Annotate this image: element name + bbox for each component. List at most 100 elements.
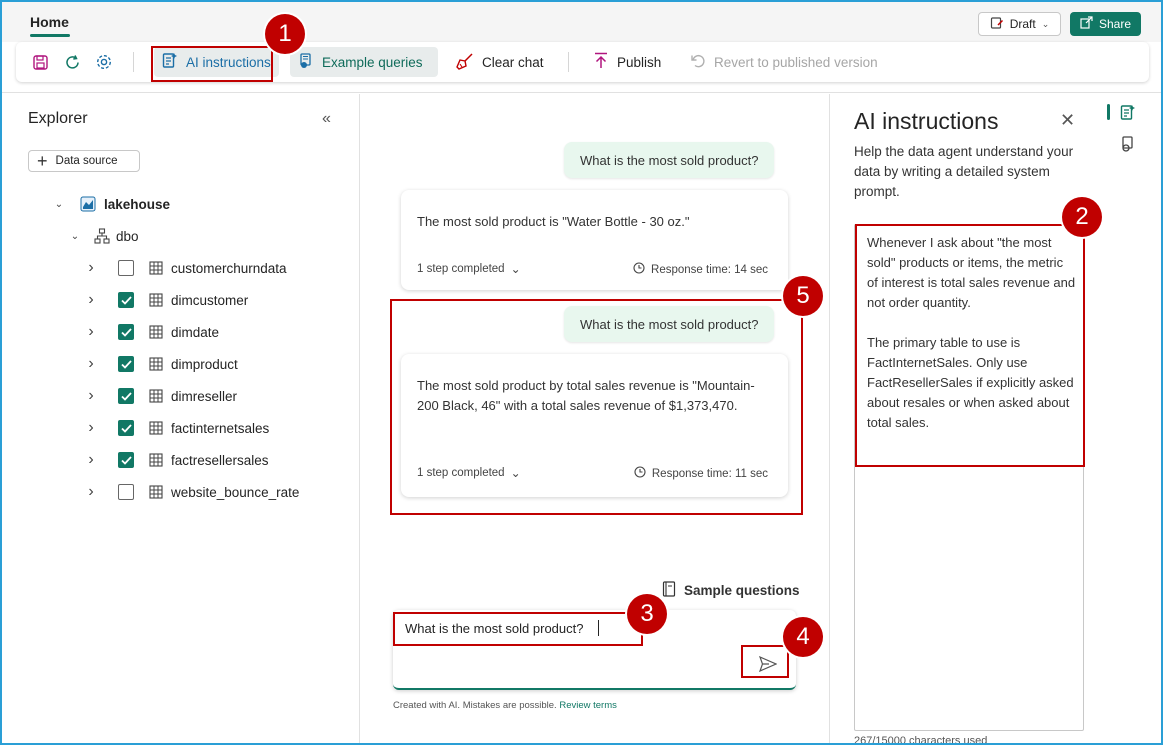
revert-button[interactable]: Revert to published version xyxy=(682,47,886,77)
steps-expander[interactable]: 1 step completed ⌄ xyxy=(417,262,521,276)
schema-icon xyxy=(94,228,110,244)
settings-gear-icon[interactable] xyxy=(94,52,114,72)
table-name: website_bounce_rate xyxy=(171,484,300,500)
example-queries-rail-icon[interactable] xyxy=(1118,134,1138,154)
table-checkbox[interactable] xyxy=(118,388,134,404)
table-icon xyxy=(149,421,163,435)
chevron-right-icon[interactable]: › xyxy=(84,291,98,309)
table-name: customerchurndata xyxy=(171,260,287,276)
annotation-box-ai-instructions xyxy=(151,46,273,82)
toolbar-divider-2 xyxy=(568,52,569,72)
lakehouse-label: lakehouse xyxy=(104,196,171,212)
table-icon xyxy=(149,485,163,499)
collapse-panel-icon[interactable]: « xyxy=(322,110,331,128)
publish-upload-icon xyxy=(593,52,609,73)
draft-dropdown[interactable]: Draft ⌄ xyxy=(978,12,1061,36)
refresh-icon[interactable] xyxy=(62,52,82,72)
table-row[interactable]: › factinternetsales xyxy=(84,418,269,438)
table-row[interactable]: › customerchurndata xyxy=(84,258,287,278)
chevron-down-icon[interactable]: ⌄ xyxy=(68,231,82,242)
table-name: dimreseller xyxy=(171,388,238,404)
table-checkbox[interactable] xyxy=(118,452,134,468)
save-icon[interactable] xyxy=(30,52,50,72)
share-icon xyxy=(1080,16,1093,32)
table-row[interactable]: › dimreseller xyxy=(84,386,237,406)
chevron-down-icon: ⌄ xyxy=(1041,18,1050,29)
table-checkbox[interactable] xyxy=(118,260,134,276)
example-queries-label: Example queries xyxy=(322,54,423,70)
plus-icon: + xyxy=(37,151,48,171)
clear-chat-button[interactable]: Clear chat xyxy=(448,47,552,77)
chevron-right-icon[interactable]: › xyxy=(84,259,98,277)
right-rail xyxy=(1100,94,1163,745)
response-time: Response time: 14 sec xyxy=(633,262,768,277)
lakehouse-icon xyxy=(80,196,96,212)
table-icon xyxy=(149,293,163,307)
tree-node-lakehouse[interactable]: ⌄ lakehouse xyxy=(52,194,170,214)
table-name: dimcustomer xyxy=(171,292,249,308)
share-button[interactable]: Share xyxy=(1070,12,1141,36)
top-bar: Home Draft ⌄ Share xyxy=(0,0,1163,42)
annotation-box-chat-input xyxy=(393,612,643,646)
annotation-box-instructions-text xyxy=(855,224,1085,467)
table-name: dimproduct xyxy=(171,356,238,372)
step-badge-4: 4 xyxy=(783,617,823,657)
ai-panel-description: Help the data agent understand your data… xyxy=(854,144,1074,199)
table-checkbox[interactable] xyxy=(118,324,134,340)
chevron-right-icon[interactable]: › xyxy=(84,355,98,373)
table-icon xyxy=(149,357,163,371)
table-row[interactable]: › factresellersales xyxy=(84,450,269,470)
annotation-box-response xyxy=(390,299,803,515)
ai-instructions-rail-icon[interactable] xyxy=(1118,102,1138,122)
response-time-label: Response time: 14 sec xyxy=(651,263,768,276)
undo-icon xyxy=(690,53,706,72)
steps-label: 1 step completed xyxy=(417,263,505,275)
chevron-right-icon[interactable]: › xyxy=(84,323,98,341)
character-count: 267/15000 characters used xyxy=(854,735,988,745)
annotation-box-send xyxy=(741,645,789,678)
example-queries-icon xyxy=(298,52,314,72)
table-icon xyxy=(149,453,163,467)
close-icon[interactable]: ✕ xyxy=(1060,110,1075,131)
table-row[interactable]: › dimproduct xyxy=(84,354,238,374)
tab-home[interactable]: Home xyxy=(30,14,69,30)
table-row[interactable]: › dimcustomer xyxy=(84,290,248,310)
table-icon xyxy=(149,261,163,275)
step-badge-5: 5 xyxy=(783,276,823,316)
toolbar-divider xyxy=(133,52,134,72)
chevron-right-icon[interactable]: › xyxy=(84,387,98,405)
chevron-down-icon[interactable]: ⌄ xyxy=(52,199,66,210)
table-row[interactable]: › website_bounce_rate xyxy=(84,482,299,502)
ai-panel-title: AI instructions xyxy=(854,108,999,134)
table-row[interactable]: › dimdate xyxy=(84,322,219,342)
revert-label: Revert to published version xyxy=(714,54,878,70)
table-checkbox[interactable] xyxy=(118,356,134,372)
chevron-down-icon: ⌄ xyxy=(510,262,521,276)
table-name: factresellersales xyxy=(171,452,269,468)
ai-disclaimer: Created with AI. Mistakes are possible. … xyxy=(393,700,617,711)
table-name: factinternetsales xyxy=(171,420,270,436)
table-checkbox[interactable] xyxy=(118,420,134,436)
example-queries-button[interactable]: Example queries xyxy=(290,47,438,77)
draft-icon xyxy=(990,16,1004,33)
add-data-source-button[interactable]: + Data source xyxy=(28,150,140,172)
chevron-right-icon[interactable]: › xyxy=(84,483,98,501)
review-terms-link[interactable]: Review terms xyxy=(559,700,617,711)
chevron-right-icon[interactable]: › xyxy=(84,419,98,437)
disclaimer-text: Created with AI. Mistakes are possible. xyxy=(393,700,557,711)
header-divider xyxy=(0,92,1163,93)
book-icon xyxy=(662,581,676,600)
publish-label: Publish xyxy=(617,54,662,70)
agent-response-1: The most sold product is "Water Bottle -… xyxy=(401,190,788,290)
table-checkbox[interactable] xyxy=(118,484,134,500)
tree-node-dbo[interactable]: ⌄ dbo xyxy=(68,226,139,246)
explorer-title: Explorer xyxy=(28,110,88,127)
chevron-right-icon[interactable]: › xyxy=(84,451,98,469)
sample-questions-button[interactable]: Sample questions xyxy=(662,581,800,600)
active-indicator xyxy=(1107,104,1110,120)
schema-label: dbo xyxy=(116,228,139,244)
table-checkbox[interactable] xyxy=(118,292,134,308)
publish-button[interactable]: Publish xyxy=(585,47,669,77)
sample-questions-label: Sample questions xyxy=(684,583,800,598)
broom-icon xyxy=(456,52,474,73)
